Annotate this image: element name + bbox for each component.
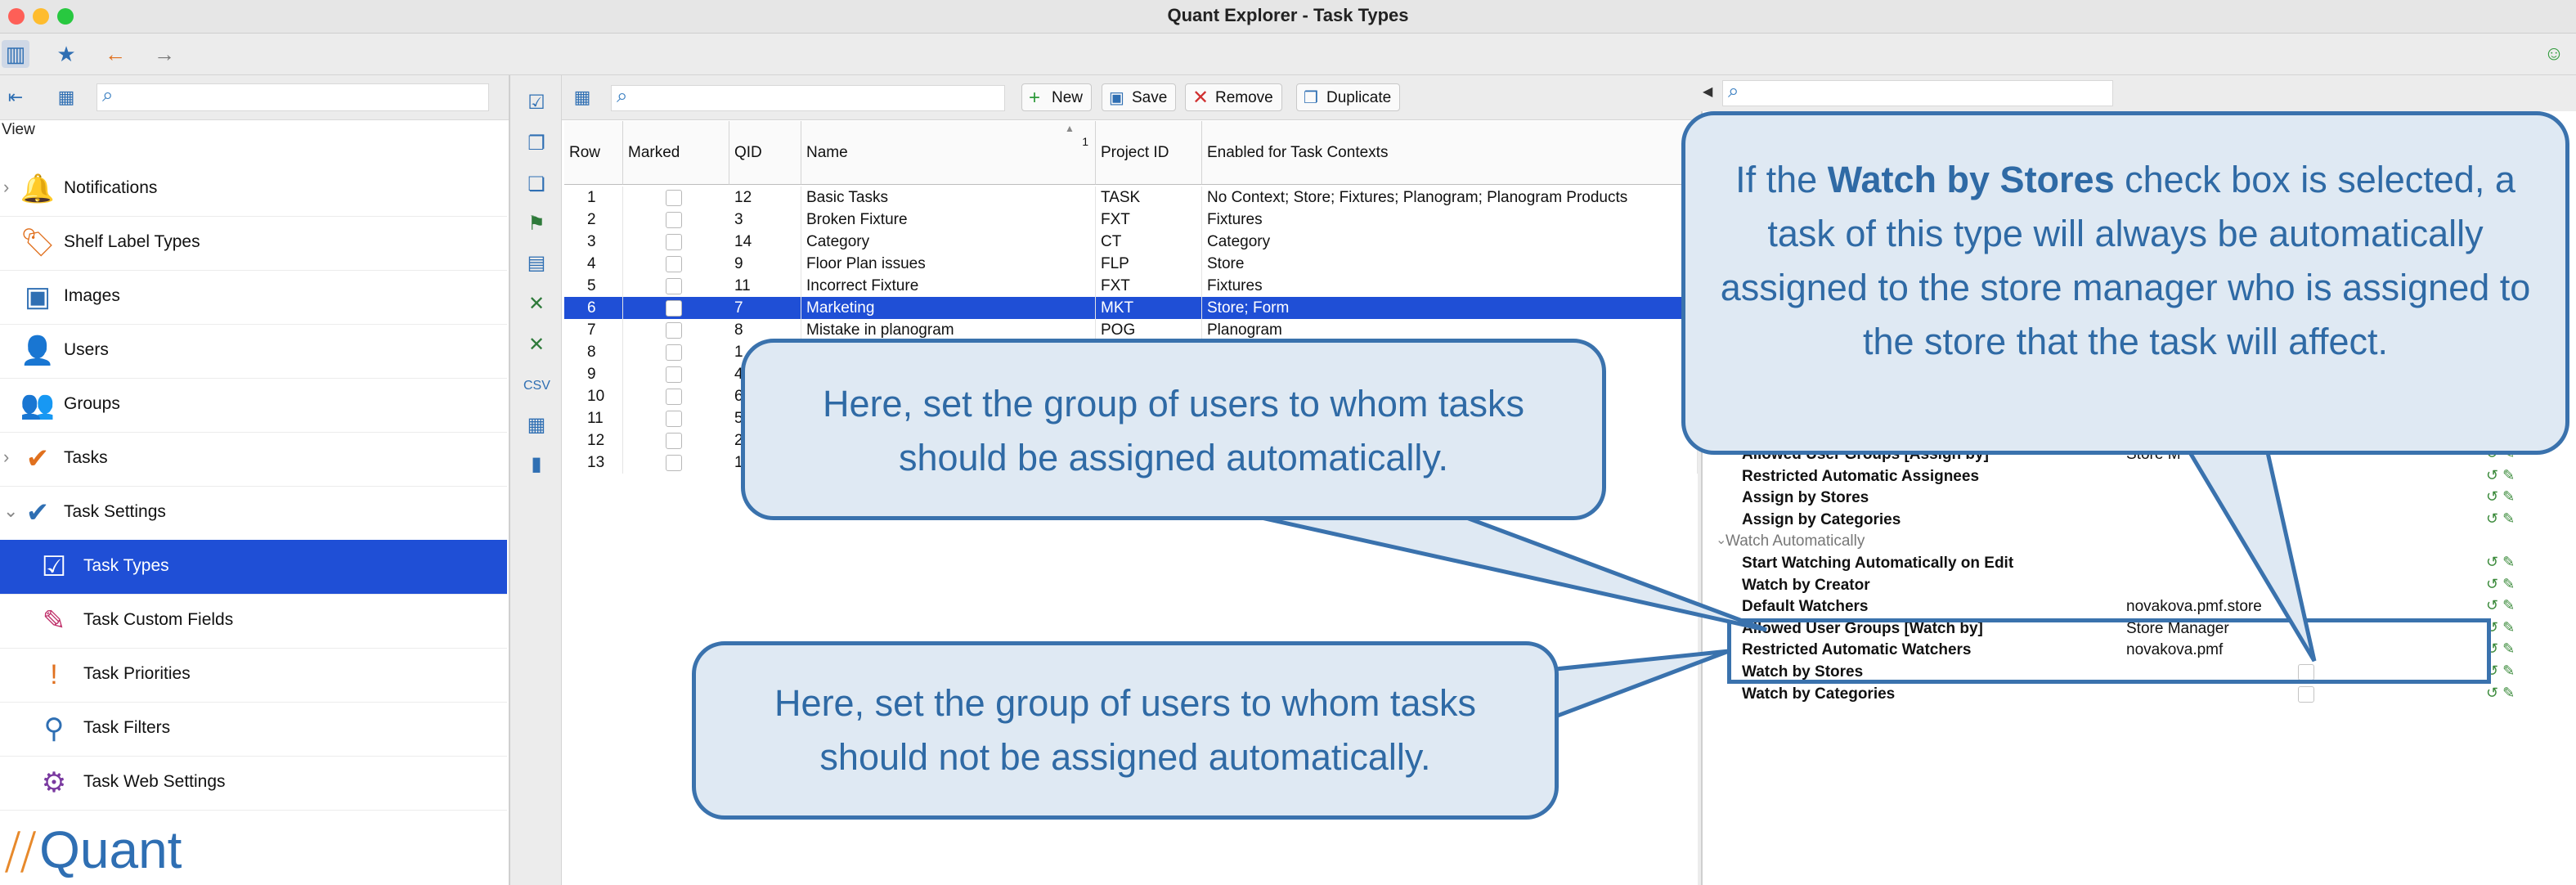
pointer-watch-by-stores: [2179, 439, 2317, 663]
callout-assign-group: Here, set the group of users to whom tas…: [741, 339, 1606, 520]
pointer-assign-group: [1242, 511, 1767, 632]
pointer-not-assign-group: [1553, 649, 1730, 720]
callout-not-assign-group: Here, set the group of users to whom tas…: [692, 641, 1559, 820]
callout-watch-by-stores: If the Watch by Stores check box is sele…: [1681, 111, 2569, 455]
